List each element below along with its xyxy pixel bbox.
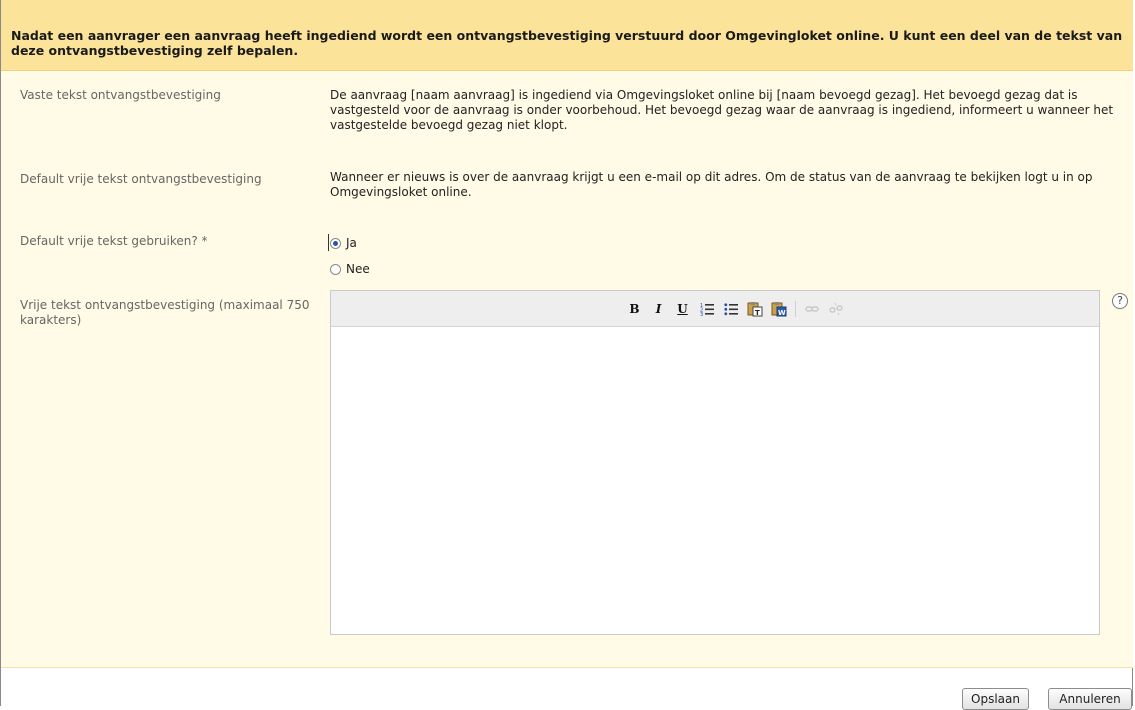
rich-text-editor: B I U 123 T W — [330, 290, 1100, 635]
fixed-text-label: Vaste tekst ontvangstbevestiging — [20, 88, 221, 102]
default-text-value: Wanneer er nieuws is over de aanvraag kr… — [330, 170, 1093, 199]
radio-nee[interactable] — [330, 263, 341, 275]
svg-text:W: W — [778, 309, 786, 317]
free-text-label: Vrije tekst ontvangstbevestiging (maxima… — [20, 298, 310, 327]
editor-text-area[interactable] — [331, 327, 1099, 634]
editor-toolbar: B I U 123 T W — [331, 291, 1099, 327]
help-icon[interactable]: ? — [1112, 293, 1128, 309]
underline-icon[interactable]: U — [675, 301, 691, 317]
link-icon[interactable] — [804, 301, 820, 317]
intro-banner: Nadat een aanvrager een aanvraag heeft i… — [1, 0, 1133, 71]
radio-option-ja[interactable]: Ja — [330, 235, 357, 251]
focus-caret — [328, 234, 329, 251]
bullet-list-icon[interactable] — [723, 301, 739, 317]
fixed-text-value: De aanvraag [naam aanvraag] is ingediend… — [330, 88, 1114, 132]
paste-word-icon[interactable]: W — [771, 301, 787, 317]
paste-text-icon[interactable]: T — [747, 301, 763, 317]
unlink-icon[interactable] — [828, 301, 844, 317]
radio-ja-label: Ja — [346, 236, 357, 250]
svg-text:T: T — [755, 309, 760, 317]
svg-text:3: 3 — [700, 312, 703, 316]
radio-nee-label: Nee — [346, 262, 370, 276]
use-default-label: Default vrije tekst gebruiken? * — [20, 234, 208, 248]
save-button[interactable]: Opslaan — [962, 688, 1029, 710]
default-text-label: Default vrije tekst ontvangstbevestiging — [20, 172, 262, 186]
intro-text: Nadat een aanvrager een aanvraag heeft i… — [11, 28, 1123, 58]
bold-icon[interactable]: B — [627, 301, 643, 317]
numbered-list-icon[interactable]: 123 — [699, 301, 715, 317]
radio-ja[interactable] — [330, 237, 341, 249]
toolbar-separator — [794, 300, 796, 317]
cancel-button[interactable]: Annuleren — [1048, 688, 1132, 710]
italic-icon[interactable]: I — [651, 301, 667, 317]
radio-option-nee[interactable]: Nee — [330, 261, 370, 277]
